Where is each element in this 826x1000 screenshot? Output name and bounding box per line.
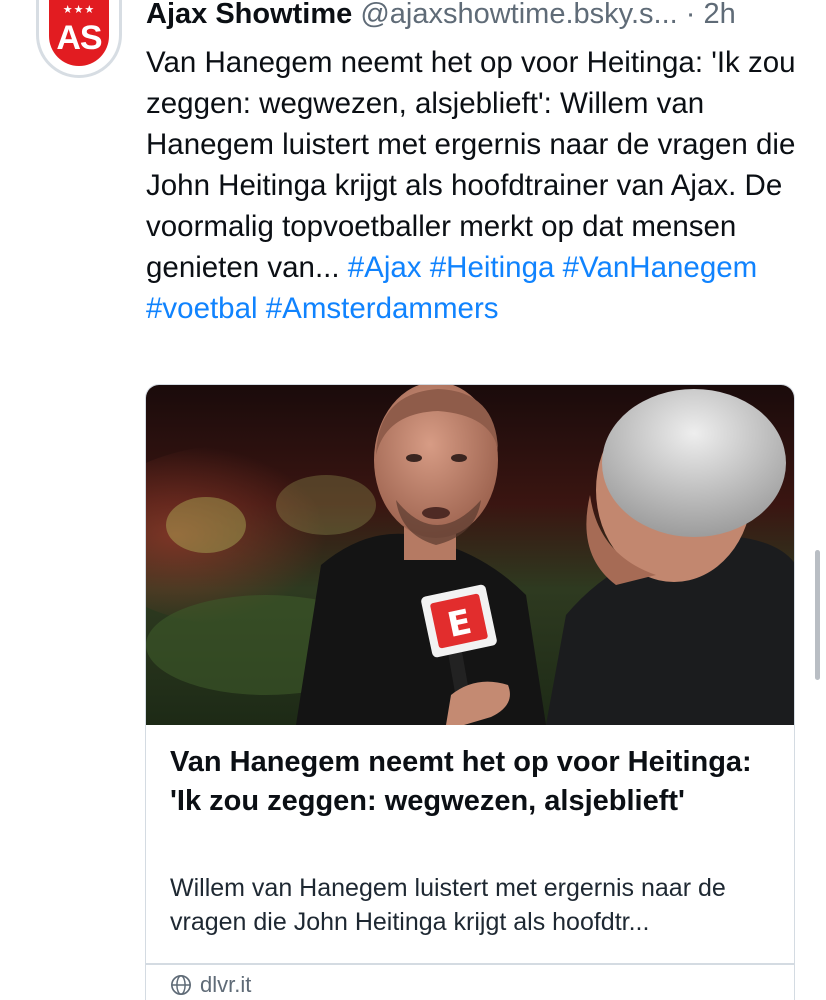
scrollbar-thumb[interactable] <box>815 550 820 680</box>
author-display-name[interactable]: Ajax Showtime <box>146 0 352 30</box>
globe-icon <box>171 975 191 995</box>
link-card-title[interactable]: Van Hanegem neemt het op voor Heitinga: … <box>170 743 770 821</box>
avatar-logo: ★★★ AS <box>49 0 109 66</box>
author-handle[interactable]: @ajaxshowtime.bsky.s... <box>360 0 677 30</box>
link-card-image: E <box>146 385 794 725</box>
link-card[interactable]: E Van Hanegem neemt het op voor Heitinga… <box>145 384 795 1000</box>
post[interactable]: ★★★ AS Ajax Showtime @ajaxshowtime.bsky.… <box>0 0 826 1000</box>
post-header: Ajax Showtime @ajaxshowtime.bsky.s... · … <box>146 0 826 34</box>
link-card-divider <box>146 963 794 965</box>
hashtag-voetbal[interactable]: #voetbal <box>146 292 258 325</box>
hashtag-heitinga[interactable]: #Heitinga <box>430 251 555 284</box>
link-card-domain: dlvr.it <box>200 972 252 997</box>
link-card-description: Willem van Hanegem luistert met ergernis… <box>170 874 726 936</box>
link-card-domain-row[interactable]: dlvr.it <box>170 971 251 999</box>
hashtag-amsterdammers[interactable]: #Amsterdammers <box>266 292 499 325</box>
post-text: Van Hanegem neemt het op voor Heitinga: … <box>146 46 796 284</box>
avatar-letters: AS <box>56 19 102 57</box>
header-separator: · <box>685 0 696 30</box>
hashtag-vanhanegem[interactable]: #VanHanegem <box>563 251 758 284</box>
post-body: Van Hanegem neemt het op voor Heitinga: … <box>146 42 816 329</box>
hashtag-ajax[interactable]: #Ajax <box>348 251 422 284</box>
post-timestamp[interactable]: 2h <box>704 0 736 30</box>
avatar-stars: ★★★ <box>62 4 96 16</box>
author-avatar[interactable]: ★★★ AS <box>36 0 122 78</box>
